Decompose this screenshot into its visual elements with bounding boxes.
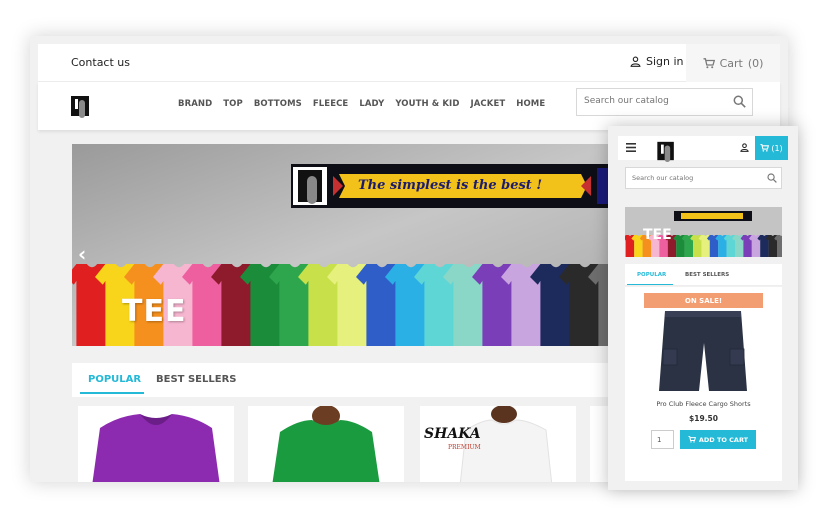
mobile-store-logo[interactable] (657, 140, 676, 162)
product-image-green-tee (248, 406, 404, 482)
nav-item-youth-kid[interactable]: YOUTH & KID (395, 99, 459, 109)
cart-icon (703, 57, 715, 68)
shaka-brand-sub: PREMIUM (448, 444, 481, 451)
hero-carousel[interactable]: The simplest is the best ! ‹ TEE (72, 144, 616, 346)
active-tab-indicator (80, 392, 144, 394)
mobile-header: (1) (618, 136, 788, 162)
signin-link[interactable]: Sign in (630, 55, 684, 68)
main-header: BRAND TOP BOTTOMS FLEECE LADY YOUTH & KI… (38, 82, 780, 130)
mobile-cart-button[interactable]: (1) (755, 136, 788, 160)
cart-label: Cart (719, 56, 743, 70)
product-name[interactable]: Pro Club Fleece Cargo Shorts (625, 400, 782, 408)
search-box (576, 88, 753, 116)
mobile-cart-count: (1) (771, 143, 783, 153)
mobile-search-box (625, 167, 782, 189)
mobile-search-input[interactable] (632, 174, 752, 182)
nav-item-brand[interactable]: BRAND (178, 99, 212, 109)
nav-item-fleece[interactable]: FLEECE (313, 99, 348, 109)
product-card-green-tee[interactable] (248, 406, 404, 482)
cart-icon (688, 436, 696, 443)
user-icon (630, 56, 641, 67)
nav-item-lady[interactable]: LADY (359, 99, 384, 109)
user-icon[interactable] (740, 143, 749, 152)
cart-count: (0) (747, 56, 764, 70)
mobile-tab-popular[interactable]: POPULAR (637, 272, 666, 278)
add-to-cart-button[interactable]: ADD TO CART (680, 430, 756, 449)
hero-banner-text: The simplest is the best ! (358, 178, 543, 193)
nav-item-jacket[interactable]: JACKET (470, 99, 505, 109)
cart-icon (760, 144, 770, 152)
product-tabs: POPULAR BEST SELLERS (72, 363, 632, 397)
showcase-stage: Contact us Sign in Cart (0) BRAND TOP BO… (0, 0, 825, 525)
mobile-product-tabs: POPULAR BEST SELLERS (625, 264, 782, 286)
tab-popular[interactable]: POPULAR (88, 374, 141, 385)
product-image-shaka-tee (420, 406, 576, 482)
signin-label: Sign in (646, 55, 684, 68)
product-card-purple-tee[interactable] (78, 406, 234, 482)
cart-button[interactable]: Cart (0) (686, 44, 780, 82)
mobile-product-card[interactable]: ON SALE! Pro Club Fleece Cargo Shorts $1… (625, 287, 782, 481)
shaka-brand-text: SHAKA (424, 426, 481, 442)
mobile-hero-overlay-text: TEE (643, 227, 672, 243)
on-sale-badge: ON SALE! (644, 293, 763, 308)
nav-item-top[interactable]: TOP (223, 99, 243, 109)
nav-item-home[interactable]: HOME (516, 99, 545, 109)
product-image-purple-tee (78, 406, 234, 482)
hero-overlay-text: TEE (122, 294, 187, 329)
add-to-cart-label: ADD TO CART (698, 435, 749, 444)
product-price: $19.50 (689, 414, 718, 423)
hamburger-icon[interactable] (626, 143, 636, 152)
chevron-left-icon[interactable]: ‹ (78, 242, 86, 266)
nav-item-bottoms[interactable]: BOTTOMS (254, 99, 302, 109)
product-card-shaka-premium-tee[interactable]: SHAKA PREMIUM (420, 406, 576, 482)
search-icon[interactable] (733, 95, 746, 108)
mobile-hero-carousel[interactable]: TEE (625, 207, 782, 257)
main-nav: BRAND TOP BOTTOMS FLEECE LADY YOUTH & KI… (178, 99, 545, 109)
quantity-input[interactable]: 1 (651, 430, 674, 449)
mobile-window: (1) TEE POPULAR BEST SELLERS (608, 126, 798, 490)
product-image-cargo-shorts (643, 309, 764, 393)
contact-link[interactable]: Contact us (71, 56, 130, 69)
store-logo[interactable] (71, 94, 91, 118)
search-icon[interactable] (767, 173, 777, 183)
search-input[interactable] (584, 96, 724, 106)
mobile-active-tab-indicator (627, 284, 673, 285)
top-bar: Contact us Sign in Cart (0) (38, 44, 780, 82)
mobile-tab-best-sellers[interactable]: BEST SELLERS (685, 272, 729, 278)
tab-best-sellers[interactable]: BEST SELLERS (156, 374, 236, 385)
